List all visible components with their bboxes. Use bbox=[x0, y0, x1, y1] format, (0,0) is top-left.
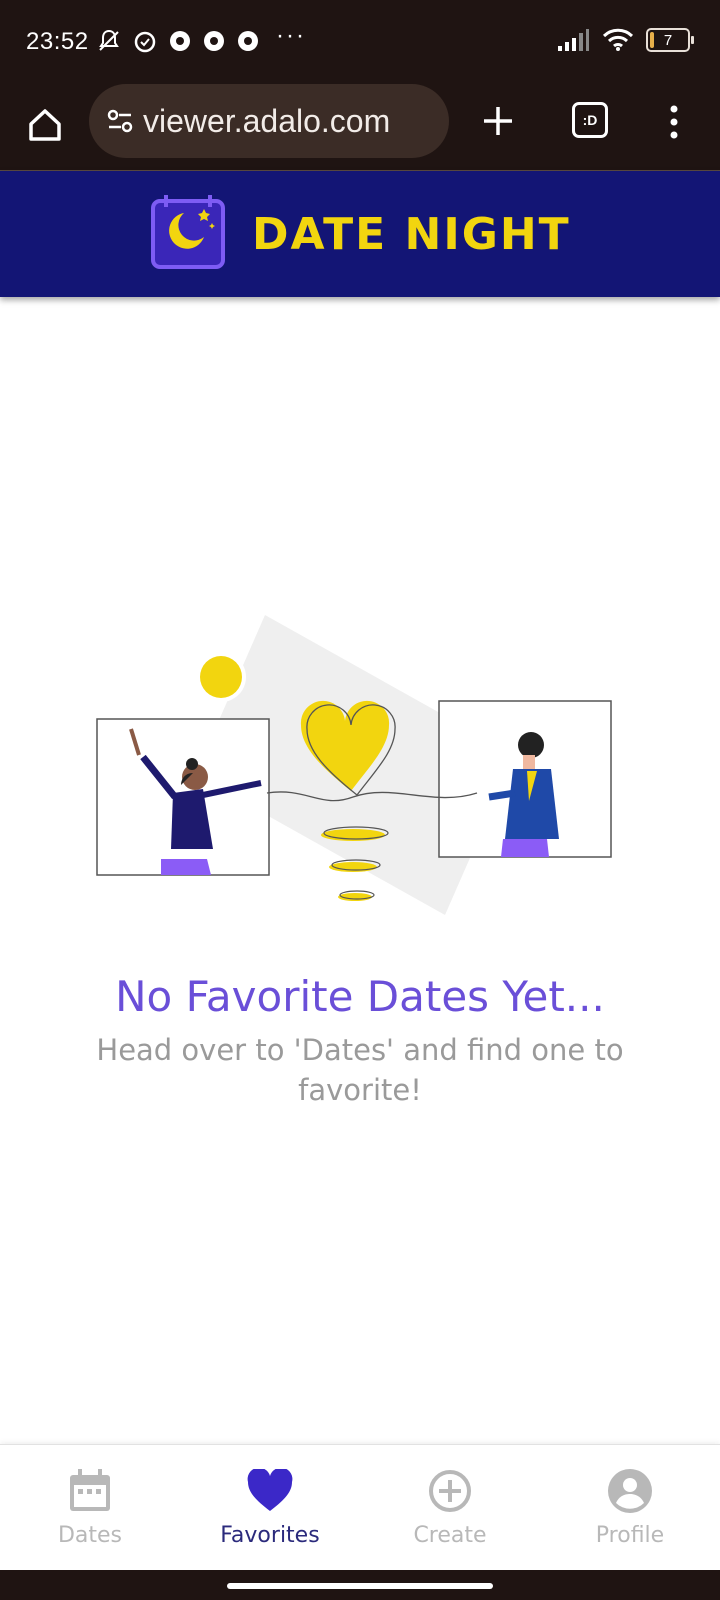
new-tab-button[interactable] bbox=[478, 98, 518, 144]
nav-label-create: Create bbox=[413, 1523, 487, 1548]
app-header: DATE NIGHT bbox=[0, 171, 720, 297]
browser-menu-button[interactable] bbox=[664, 100, 684, 144]
status-time: 23:52 bbox=[26, 28, 89, 55]
system-icons: 7 bbox=[556, 28, 694, 52]
nav-label-dates: Dates bbox=[57, 1523, 123, 1548]
alarm-icon bbox=[134, 31, 156, 53]
url-text[interactable]: viewer.adalo.com bbox=[143, 103, 443, 140]
browser-toolbar: viewer.adalo.com :D bbox=[0, 84, 720, 171]
calendar-icon bbox=[70, 1469, 110, 1511]
home-gesture-handle[interactable] bbox=[227, 1583, 493, 1589]
app-title: DATE NIGHT bbox=[252, 209, 571, 260]
chrome-icon bbox=[170, 31, 190, 51]
chrome-icon bbox=[204, 31, 224, 51]
calendar-moon-logo-icon bbox=[151, 195, 225, 269]
empty-state-title: No Favorite Dates Yet... bbox=[115, 972, 605, 1021]
gesture-navigation-bar bbox=[0, 1570, 720, 1600]
nav-label-favorites: Favorites bbox=[220, 1523, 320, 1548]
couple-heart-illustration bbox=[96, 615, 612, 915]
bottom-navigation: Dates Favorites Create Profile bbox=[0, 1444, 720, 1571]
nav-item-dates[interactable]: Dates bbox=[0, 1445, 180, 1571]
notification-icons bbox=[96, 28, 260, 54]
more-notifications-icon: ··· bbox=[276, 22, 306, 49]
heart-icon bbox=[247, 1469, 293, 1511]
battery-icon: 7 bbox=[646, 28, 694, 52]
add-circle-icon bbox=[429, 1470, 471, 1512]
nav-item-create[interactable]: Create bbox=[360, 1445, 540, 1571]
wifi-icon bbox=[602, 28, 634, 51]
empty-state-subtitle: Head over to 'Dates' and find one to fav… bbox=[96, 1033, 624, 1107]
home-button[interactable] bbox=[22, 102, 68, 148]
plus-icon bbox=[484, 107, 512, 135]
site-settings-icon[interactable] bbox=[105, 106, 135, 136]
battery-level: 7 bbox=[663, 31, 673, 49]
home-icon bbox=[29, 109, 61, 141]
nav-item-favorites[interactable]: Favorites bbox=[180, 1445, 360, 1571]
address-bar[interactable]: viewer.adalo.com bbox=[89, 84, 449, 158]
bell-off-icon bbox=[99, 29, 119, 51]
nav-label-profile: Profile bbox=[595, 1523, 665, 1548]
chrome-icon bbox=[238, 31, 258, 51]
status-bar: 23:52 ··· 7 bbox=[0, 0, 720, 84]
tab-switcher-button[interactable]: :D bbox=[572, 102, 608, 138]
signal-icon bbox=[558, 29, 589, 51]
nav-item-profile[interactable]: Profile bbox=[540, 1445, 720, 1571]
more-vert-icon bbox=[670, 105, 678, 139]
account-icon bbox=[608, 1469, 652, 1513]
